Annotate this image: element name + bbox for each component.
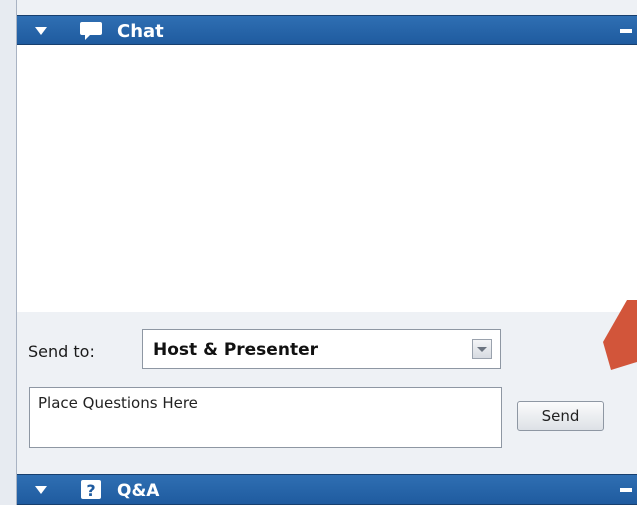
collapse-arrow-icon[interactable] — [35, 486, 47, 494]
question-input[interactable] — [29, 387, 502, 448]
annotation-arrow-icon — [603, 300, 637, 370]
chat-panel-title: Chat — [117, 21, 164, 42]
collapse-arrow-icon[interactable] — [35, 27, 47, 35]
qa-panel-title: Q&A — [117, 481, 160, 501]
send-to-label: Send to: — [28, 342, 95, 361]
dropdown-arrow-icon[interactable] — [472, 339, 492, 359]
chat-message-area — [17, 45, 637, 313]
recipient-dropdown[interactable]: Host & Presenter — [142, 329, 501, 369]
qa-panel-header[interactable]: ? Q&A — [17, 474, 637, 505]
chat-compose-area: Send to: Host & Presenter Send — [17, 312, 637, 474]
chat-panel-header[interactable]: Chat — [17, 15, 637, 45]
question-mark-icon: ? — [79, 479, 103, 501]
speech-bubble-icon — [79, 20, 103, 42]
svg-text:?: ? — [86, 481, 95, 500]
send-button[interactable]: Send — [517, 401, 604, 431]
window-left-border — [0, 0, 17, 505]
minimize-icon[interactable] — [620, 29, 632, 33]
minimize-icon[interactable] — [620, 488, 632, 492]
recipient-selected-value: Host & Presenter — [153, 340, 318, 360]
